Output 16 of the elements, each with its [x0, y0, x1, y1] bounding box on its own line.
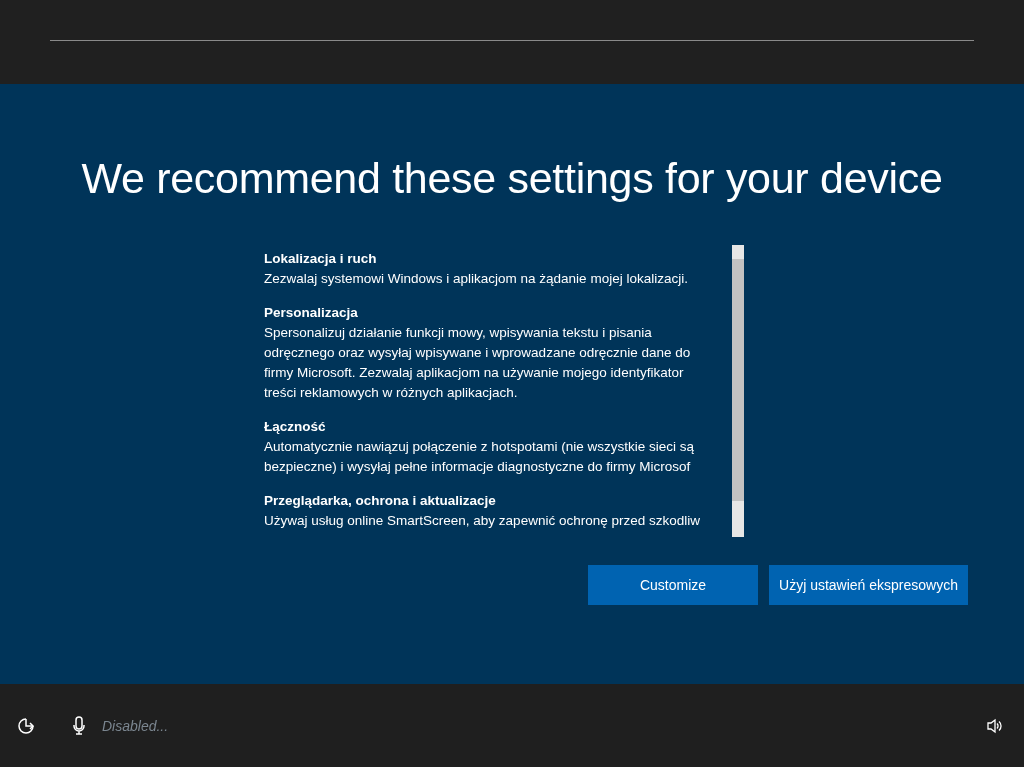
ease-of-access-icon[interactable]: [16, 715, 36, 736]
setting-heading: Łączność: [264, 418, 327, 436]
setting-description: Spersonalizuj działanie funkcji mowy, wpisywania tekstu i pisania odręcznego oraz wysyłaj wpisywane i wprowadzane odręcznie dane do firmy Microsoft. Zezwalaj aplikacjom na używanie mojego identyfikator treści reklamowych w różnych aplikacjach.: [264, 324, 692, 402]
microphone-icon[interactable]: [72, 715, 86, 736]
setting-description: Zezwalaj systemowi Windows i aplikacjom na żądanie mojej lokalizacji.: [264, 270, 689, 288]
setting-description: Automatycznie nawiązuj połączenie z hotspotami (nie wszystkie sieci są bezpieczne) i wysyłaj pełne informacje diagnostyczne do firmy Microsof: [264, 438, 695, 476]
setting-heading: Personalizacja: [264, 304, 359, 322]
scrollbar[interactable]: [732, 245, 744, 537]
setting-heading: Przeglądarka, ochrona i aktualizacje: [264, 492, 497, 510]
setting-description: Używaj usług online SmartScreen, aby zapewnić ochronę przed szkodliw: [264, 512, 701, 530]
express-settings-button[interactable]: Użyj ustawień ekspresowych: [769, 565, 968, 605]
page-title: We recommend these settings for your device: [81, 154, 943, 203]
speaker-icon[interactable]: [986, 716, 1004, 735]
customize-button[interactable]: Customize: [588, 565, 759, 605]
microphone-status: Disabled...: [102, 717, 169, 734]
setting-heading: Lokalizacja i ruch: [264, 250, 378, 268]
